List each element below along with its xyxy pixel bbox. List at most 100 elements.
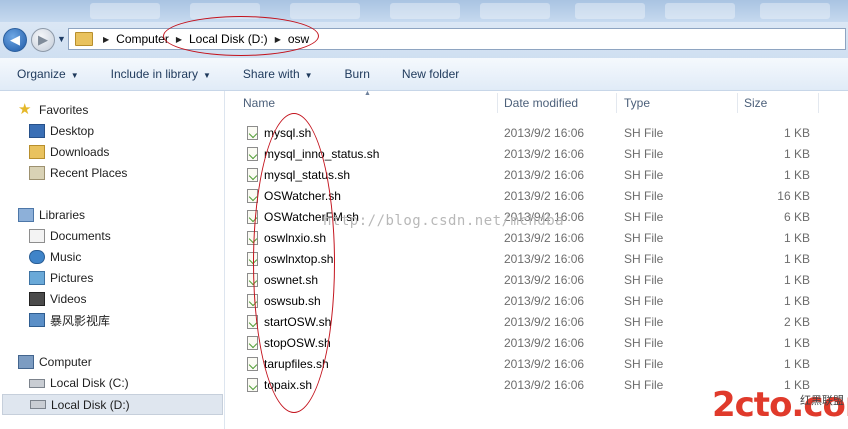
drive-icon [29,378,45,388]
file-date: 2013/9/2 16:06 [504,125,585,140]
watermark-text: http://blog.csdn.net/mchdba [323,213,565,229]
forward-button[interactable]: ▶ [31,28,55,52]
file-type: SH File [624,314,664,329]
nav-music[interactable]: Music [29,248,81,266]
nav-music-label: Music [50,250,82,264]
include-in-library-label: Include in library [110,67,198,81]
background-tab [390,3,460,19]
file-date: 2013/9/2 16:06 [504,377,585,392]
storm-video-icon [29,313,45,327]
file-type: SH File [624,356,664,371]
file-type: SH File [624,272,664,287]
organize-button[interactable]: Organize ▼ [0,67,94,81]
column-header-size[interactable]: Size [744,91,814,115]
navigation-pane: ★ Favorites Desktop Downloads Recent Plac… [0,91,225,429]
nav-videos[interactable]: Videos [29,290,86,308]
column-header-name[interactable]: Name [243,91,493,115]
computer-icon [18,355,34,369]
file-size: 1 KB [783,293,810,308]
sh-file-icon [247,335,258,350]
nav-downloads-label: Downloads [50,145,110,159]
share-with-button[interactable]: Share with ▼ [226,67,328,81]
file-type: SH File [624,167,664,182]
column-divider[interactable] [616,93,617,113]
nav-local-disk-c-label: Local Disk (C:) [50,376,129,390]
nav-local-disk-c[interactable]: Local Disk (C:) [29,374,129,392]
nav-pictures[interactable]: Pictures [29,269,93,287]
file-date: 2013/9/2 16:06 [504,167,585,182]
nav-storm-video-library[interactable]: 暴风影视库 [29,311,110,329]
file-size: 1 KB [783,272,810,287]
sh-file-icon [247,125,258,140]
file-size: 1 KB [783,125,810,140]
chevron-down-icon: ▼ [70,71,79,80]
background-tab [290,3,360,19]
pictures-icon [29,271,45,285]
file-date: 2013/9/2 16:06 [504,230,585,245]
address-row: ◀ ▶ ▼ ▶ Computer ▶ Local Disk (D:) ▶ osw [0,22,848,58]
background-tab [480,3,550,19]
file-size: 1 KB [783,146,810,161]
annotation-ellipse-path [163,16,319,56]
nav-recent-places-label: Recent Places [50,166,128,180]
nav-desktop-label: Desktop [50,124,95,138]
chevron-down-icon: ▼ [57,34,66,44]
logo-sub: 红黑联盟 [800,395,844,407]
file-type: SH File [624,188,664,203]
include-in-library-button[interactable]: Include in library ▼ [94,67,226,81]
sh-file-icon [247,377,258,392]
column-divider[interactable] [737,93,738,113]
file-date: 2013/9/2 16:06 [504,335,585,350]
column-divider[interactable] [818,93,819,113]
sh-file-icon [247,356,258,371]
back-button[interactable]: ◀ [3,28,27,52]
chevron-down-icon: ▼ [203,71,211,80]
sh-file-icon [247,146,258,161]
nav-videos-label: Videos [50,292,87,306]
recent-pages-dropdown[interactable]: ▼ [57,34,66,44]
background-tab [575,3,645,19]
table-row[interactable]: mysql.sh 2013/9/2 16:06 SH File 1 KB [225,122,848,143]
nav-storm-video-label: 暴风影视库 [50,313,111,328]
nav-computer-label: Computer [39,355,92,369]
nav-libraries-label: Libraries [39,208,86,222]
file-size: 1 KB [783,167,810,182]
nav-downloads[interactable]: Downloads [29,143,109,161]
nav-recent-places[interactable]: Recent Places [29,164,127,182]
nav-libraries[interactable]: Libraries [18,206,85,224]
recent-places-icon [29,166,45,180]
file-type: SH File [624,251,664,266]
nav-local-disk-d[interactable]: Local Disk (D:) [2,394,223,415]
nav-favorites[interactable]: ★ Favorites [18,101,88,119]
title-bar [0,0,848,22]
sh-file-icon [247,167,258,182]
nav-desktop[interactable]: Desktop [29,122,94,140]
file-size: 1 KB [783,230,810,245]
nav-computer[interactable]: Computer [18,353,92,371]
file-date: 2013/9/2 16:06 [504,314,585,329]
file-date: 2013/9/2 16:06 [504,188,585,203]
background-tab [90,3,160,19]
file-size: 2 KB [783,314,810,329]
file-size: 1 KB [783,335,810,350]
file-size: 1 KB [783,356,810,371]
videos-icon [29,292,45,306]
column-divider[interactable] [497,93,498,113]
burn-button[interactable]: Burn [328,67,385,81]
file-date: 2013/9/2 16:06 [504,356,585,371]
nav-local-disk-d-label: Local Disk (D:) [51,397,130,412]
file-type: SH File [624,293,664,308]
music-icon [29,250,45,264]
folder-icon [75,32,93,46]
column-header-date-modified[interactable]: Date modified [504,91,614,115]
nav-pictures-label: Pictures [50,271,94,285]
nav-documents[interactable]: Documents [29,227,111,245]
column-header-type[interactable]: Type [624,91,734,115]
file-type: SH File [624,125,664,140]
new-folder-button[interactable]: New folder [385,67,474,81]
background-tab [665,3,735,19]
organize-label: Organize [17,67,66,81]
chevron-right-icon[interactable]: ▶ [99,35,113,44]
star-icon: ★ [18,101,32,118]
command-toolbar: Organize ▼ Include in library ▼ Share with… [0,58,848,91]
